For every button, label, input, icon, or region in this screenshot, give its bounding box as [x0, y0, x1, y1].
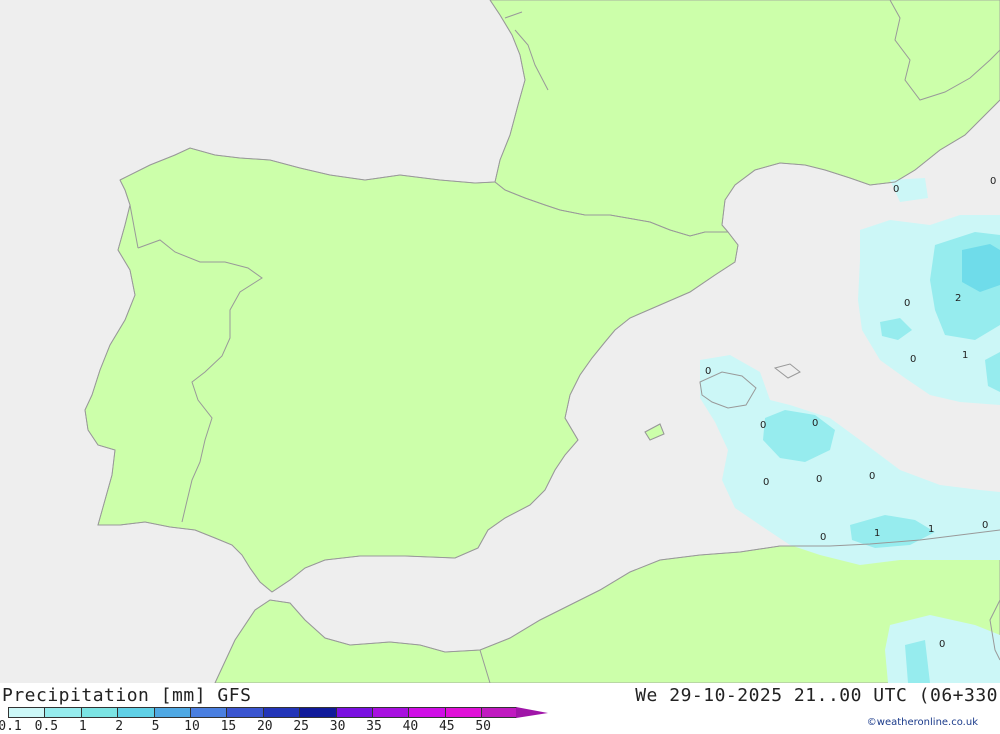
color-scale-tick: 45	[438, 719, 455, 734]
color-scale-swatch	[299, 707, 336, 718]
contour-label: 1	[962, 350, 968, 361]
contour-label: 0	[869, 471, 875, 482]
contour-label: 0	[816, 474, 822, 485]
color-scale-tick: 2	[115, 719, 124, 734]
color-scale-tick: 25	[293, 719, 310, 734]
contour-label: 0	[990, 176, 996, 187]
contour-label: 1	[928, 524, 934, 535]
color-scale-swatch	[262, 707, 300, 718]
contour-label: 0	[705, 366, 711, 377]
contour-label: 0	[893, 184, 899, 195]
precipitation-map: 0 0 0 2 0 1 0 0 0 0 0 0 0 1 1 0 0	[0, 0, 1000, 684]
color-scale-swatch	[80, 707, 118, 718]
map-canvas: 0 0 0 2 0 1 0 0 0 0 0 0 0 1 1 0 0	[0, 0, 1000, 684]
color-scale-tick: 50	[475, 719, 492, 734]
contour-label: 0	[812, 418, 818, 429]
contour-label: 0	[982, 520, 988, 531]
credit-text: ©weatheronline.co.uk	[866, 717, 978, 728]
color-scale-swatch	[153, 707, 190, 718]
color-scale-swatch	[189, 707, 227, 718]
legend-bar: Precipitation [mm] GFS We 29-10-2025 21.…	[0, 683, 1000, 734]
color-scale-tick: 0.1	[0, 719, 22, 734]
scale-arrow-icon	[516, 707, 548, 718]
color-scale-tick: 40	[402, 719, 419, 734]
color-scale-tick: 15	[220, 719, 237, 734]
contour-label: 0	[910, 354, 916, 365]
contour-label: 0	[939, 639, 945, 650]
contour-label: 0	[763, 477, 769, 488]
color-scale-swatch	[44, 707, 81, 718]
color-scale-tick: 35	[366, 719, 382, 734]
contour-label: 0	[760, 420, 766, 431]
color-scale-tick: 1	[78, 719, 87, 734]
color-scale-swatch	[371, 707, 409, 718]
contour-label: 0	[904, 298, 910, 309]
color-scale-swatch	[226, 707, 263, 718]
color-scale-swatch	[444, 707, 482, 718]
color-scale: 0.1 0.5 1 2 5 10 15 20 25 30 35 40 45 50	[0, 707, 548, 734]
contour-label: 1	[874, 528, 880, 539]
color-scale-swatch	[335, 707, 372, 718]
color-scale-swatch	[481, 707, 518, 718]
contour-label: 2	[955, 293, 961, 304]
color-scale-tick: 0.5	[34, 719, 59, 734]
color-scale-swatch	[408, 707, 445, 718]
color-scale-swatches	[8, 707, 518, 718]
color-scale-swatch	[8, 707, 45, 718]
color-scale-tick: 5	[151, 719, 160, 734]
color-scale-tick: 30	[329, 719, 346, 734]
color-scale-swatch	[117, 707, 154, 718]
contour-label: 0	[820, 532, 826, 543]
map-title: Precipitation [mm] GFS	[2, 685, 252, 706]
color-scale-tick: 10	[184, 719, 200, 734]
forecast-datetime: We 29-10-2025 21..00 UTC (06+330	[635, 685, 998, 706]
color-scale-tick: 20	[256, 719, 273, 734]
